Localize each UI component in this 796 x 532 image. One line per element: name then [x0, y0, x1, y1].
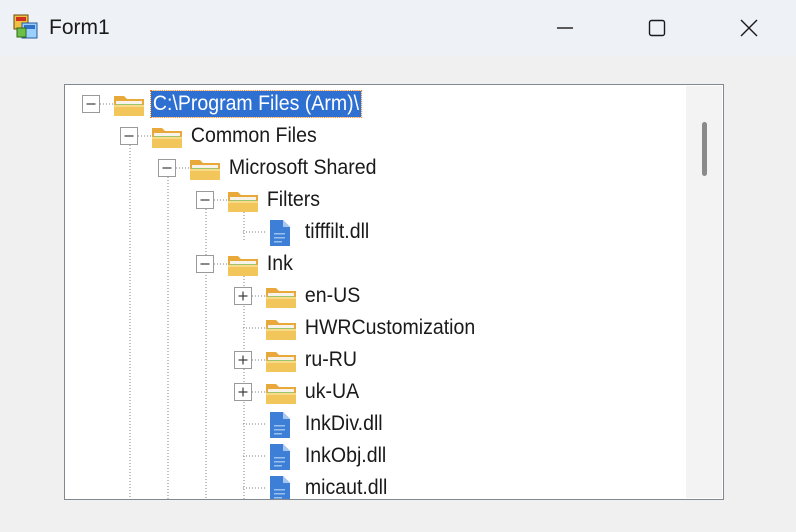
form-app-icon[interactable]: [13, 14, 39, 40]
tree-node-label: HWRCustomization: [304, 316, 476, 339]
close-icon: [740, 19, 758, 37]
tree-node-label: en-US: [304, 284, 361, 307]
tree-node-folder[interactable]: Common Files: [65, 120, 685, 152]
title-bar[interactable]: Form1: [0, 0, 796, 56]
tree-node-folder[interactable]: Ink: [65, 248, 685, 280]
expand-icon[interactable]: [234, 383, 252, 401]
folder-icon: [189, 156, 221, 187]
tree-node-label: ru-RU: [304, 348, 357, 371]
tree-node-folder[interactable]: Filters: [65, 184, 685, 216]
tree-node-folder[interactable]: Microsoft Shared: [65, 152, 685, 184]
tree-node-label: Ink: [266, 252, 293, 275]
tree-node-file[interactable]: InkObj.dll: [65, 440, 685, 472]
tree-node-label: Filters: [266, 188, 321, 211]
tree-node-folder[interactable]: C:\Program Files (Arm)\: [65, 88, 685, 120]
window-title: Form1: [49, 16, 110, 39]
folder-icon: [151, 124, 183, 155]
tree-node-label: uk-UA: [304, 380, 360, 403]
file-icon: [269, 475, 291, 499]
folder-icon: [227, 188, 259, 219]
folder-tree-view[interactable]: C:\Program Files (Arm)\ Common Files Micro…: [64, 84, 724, 500]
tree-node-label: InkDiv.dll: [304, 412, 383, 435]
tree-node-label: Common Files: [190, 124, 317, 147]
minimize-button[interactable]: [519, 0, 611, 56]
folder-icon: [265, 284, 297, 315]
tree-node-folder[interactable]: uk-UA: [65, 376, 685, 408]
tree-node-label: InkObj.dll: [304, 444, 387, 467]
tree-node-label-selected: C:\Program Files (Arm)\: [150, 90, 362, 118]
tree-node-label: Microsoft Shared: [228, 156, 377, 179]
folder-icon: [265, 316, 297, 347]
folder-icon: [265, 380, 297, 411]
collapse-icon[interactable]: [196, 191, 214, 209]
collapse-icon[interactable]: [82, 95, 100, 113]
close-button[interactable]: [703, 0, 795, 56]
collapse-icon[interactable]: [120, 127, 138, 145]
folder-icon: [265, 348, 297, 379]
tree-node-file[interactable]: micaut.dll: [65, 472, 685, 499]
tree-node-folder[interactable]: ru-RU: [65, 344, 685, 376]
expand-icon[interactable]: [234, 287, 252, 305]
vertical-scrollbar[interactable]: [686, 86, 722, 498]
folder-icon: [113, 92, 145, 123]
tree-node-file[interactable]: tifffilt.dll: [65, 216, 685, 248]
minimize-icon: [557, 27, 573, 29]
expand-icon[interactable]: [234, 351, 252, 369]
folder-icon: [227, 252, 259, 283]
scrollbar-thumb[interactable]: [702, 122, 707, 176]
tree-node-label: micaut.dll: [304, 476, 388, 499]
collapse-icon[interactable]: [196, 255, 214, 273]
maximize-button[interactable]: [611, 0, 703, 56]
collapse-icon[interactable]: [158, 159, 176, 177]
tree-node-file[interactable]: InkDiv.dll: [65, 408, 685, 440]
maximize-icon: [648, 19, 666, 37]
tree-node-label: tifffilt.dll: [304, 220, 370, 243]
tree-node-folder[interactable]: en-US: [65, 280, 685, 312]
tree-node-folder[interactable]: HWRCustomization: [65, 312, 685, 344]
